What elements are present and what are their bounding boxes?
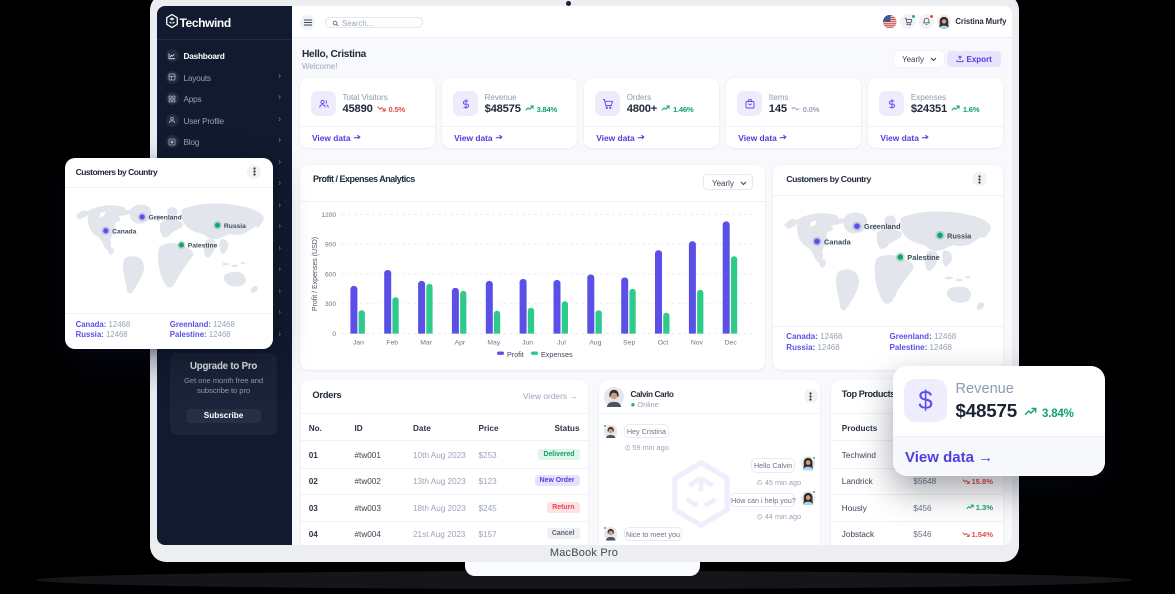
svg-text:Russia: Russia — [224, 223, 246, 230]
svg-text:Canada: Canada — [824, 237, 852, 246]
svg-text:Palestine: Palestine — [188, 243, 218, 250]
svg-text:0: 0 — [332, 331, 336, 338]
svg-text:Jul: Jul — [557, 339, 566, 346]
svg-text:Mar: Mar — [420, 339, 432, 346]
svg-text:Apr: Apr — [455, 339, 466, 346]
svg-text:Jun: Jun — [522, 339, 533, 346]
svg-text:Jan: Jan — [353, 339, 364, 346]
svg-text:Greenland: Greenland — [149, 215, 182, 222]
svg-text:Expenses: Expenses — [541, 350, 573, 359]
svg-text:Canada: Canada — [112, 229, 137, 236]
svg-text:Nov: Nov — [691, 339, 704, 346]
svg-text:300: 300 — [325, 301, 336, 308]
svg-text:Palestine: Palestine — [907, 253, 939, 262]
svg-text:Aug: Aug — [589, 339, 601, 346]
svg-text:Dec: Dec — [725, 339, 738, 346]
svg-text:900: 900 — [325, 242, 336, 249]
svg-text:Greenland: Greenland — [864, 222, 901, 231]
svg-text:Russia: Russia — [947, 231, 972, 240]
svg-text:Feb: Feb — [386, 339, 398, 346]
svg-text:Sep: Sep — [623, 339, 635, 346]
svg-text:1200: 1200 — [321, 212, 336, 219]
svg-text:May: May — [487, 339, 500, 346]
svg-text:Profit / Expenses (USD): Profit / Expenses (USD) — [312, 237, 319, 311]
svg-text:Oct: Oct — [658, 339, 669, 346]
svg-text:Profit: Profit — [507, 350, 524, 359]
svg-text:600: 600 — [325, 271, 336, 278]
